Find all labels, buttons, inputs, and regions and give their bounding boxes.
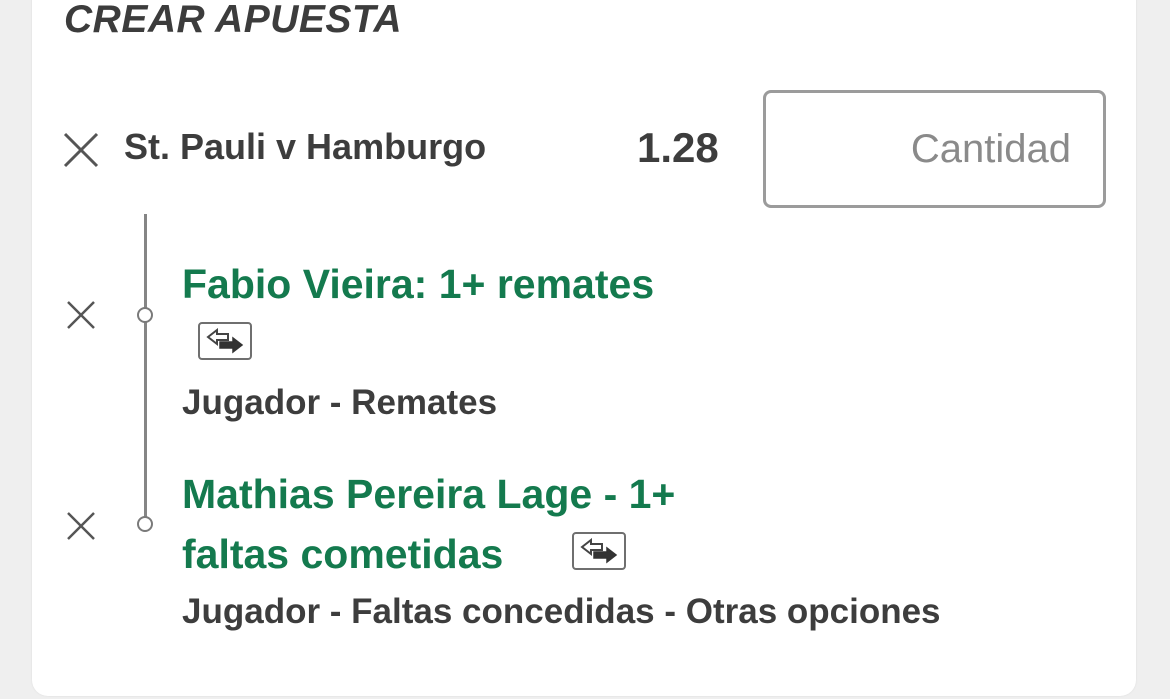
- selection-title-line2: faltas cometidas: [182, 531, 504, 577]
- selection-market: Jugador - Faltas concedidas - Otras opci…: [182, 592, 941, 631]
- selection-title: Fabio Vieira: 1+ remates: [182, 254, 654, 314]
- stake-input[interactable]: [763, 90, 1106, 208]
- bet-builder-swap-icon[interactable]: [198, 322, 252, 360]
- page-title: CREAR APUESTA: [64, 0, 403, 41]
- odds-value: 1.28: [637, 124, 719, 171]
- timeline-dot: [137, 516, 153, 532]
- selection-title-text: Fabio Vieira: 1+ remates: [182, 261, 655, 307]
- selection-market: Jugador - Remates: [182, 383, 498, 422]
- selection-title-line1: Mathias Pereira Lage - 1+: [182, 471, 676, 517]
- match-name: St. Pauli v Hamburgo: [124, 126, 487, 167]
- timeline-line: [144, 214, 147, 524]
- remove-bet-close-icon[interactable]: [63, 132, 99, 168]
- timeline-dot: [137, 307, 153, 323]
- bet-builder-swap-icon[interactable]: [572, 532, 626, 570]
- remove-selection-close-icon[interactable]: [66, 511, 96, 541]
- remove-selection-close-icon[interactable]: [66, 300, 96, 330]
